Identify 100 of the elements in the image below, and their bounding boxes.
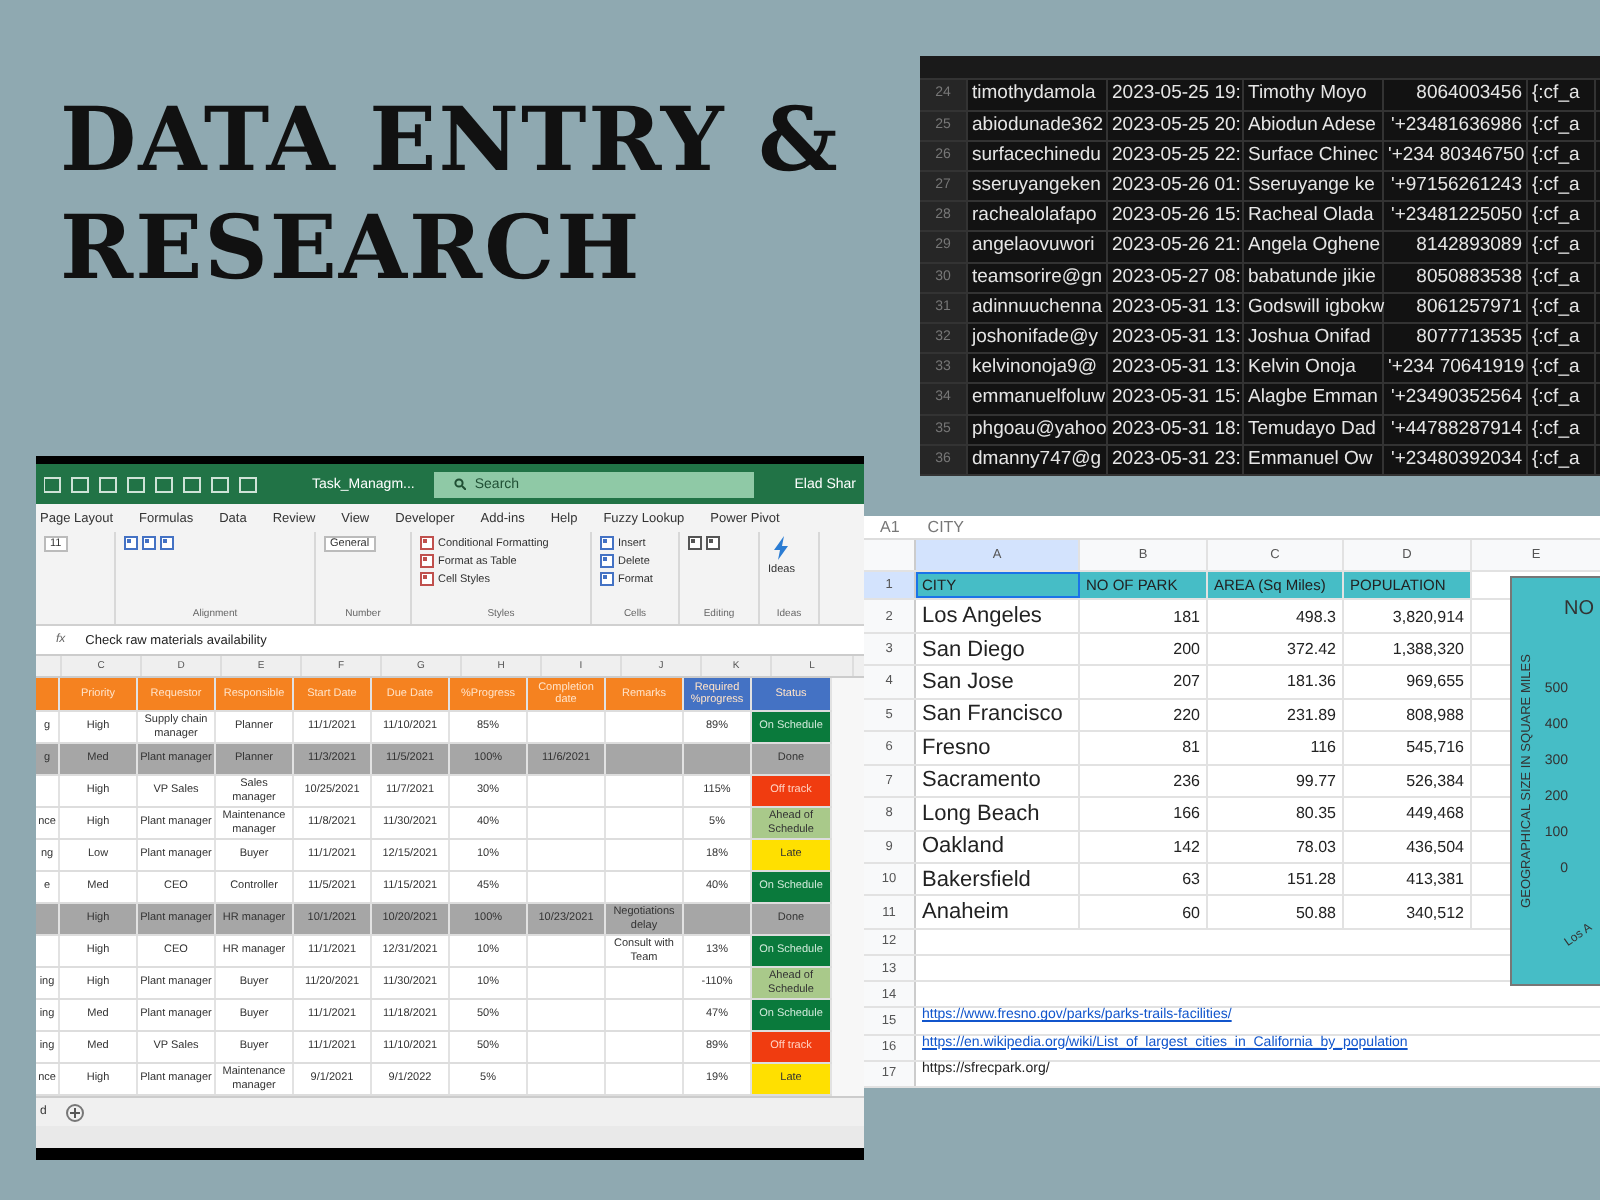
email-cell: adinnuuchenna [968, 293, 1108, 323]
name-cell: Timothy Moyo [1244, 80, 1384, 110]
table-cell: 220 [1080, 699, 1208, 731]
email-cell: dmanny747@g [968, 445, 1108, 475]
table-cell: 116 [1208, 732, 1344, 764]
table-cell: 498.3 [1208, 600, 1344, 632]
phone-cell: '+23490352564 [1384, 384, 1528, 414]
table-cell: 166 [1080, 798, 1208, 829]
phone-cell: 8050883538 [1384, 263, 1528, 292]
city-cell: San Diego [916, 633, 1080, 665]
phone-cell: 8142893089 [1384, 232, 1528, 262]
table-cell: 200 [1080, 633, 1208, 665]
timestamp-cell: 2023-05-31 13: [1108, 293, 1244, 323]
table-cell: 63 [1080, 863, 1208, 895]
table-cell: 436,504 [1344, 831, 1472, 862]
table-cell: 207 [1080, 666, 1208, 698]
table-cell: 236 [1080, 765, 1208, 797]
timestamp-cell: 2023-05-25 19: [1108, 80, 1244, 110]
table-cell: {:cf_a [1528, 263, 1596, 292]
table-cell: {:cf_a [1528, 293, 1596, 323]
timestamp-cell: 2023-05-31 13: [1108, 354, 1244, 383]
table-cell: 80.35 [1208, 798, 1344, 829]
phone-cell: 8077713535 [1384, 324, 1528, 353]
name-cell: Emmanuel Ow [1244, 445, 1384, 475]
table-cell: 60 [1080, 896, 1208, 928]
city-cell: Sacramento [916, 765, 1080, 797]
name-box[interactable]: A1 [880, 518, 900, 537]
headline: RESEARCH [60, 196, 644, 304]
table-cell: 231.89 [1208, 699, 1344, 731]
timestamp-cell: 2023-05-31 13: [1108, 324, 1244, 353]
add-sheet-button[interactable] [66, 1103, 85, 1121]
table-cell: 3,820,914 [1344, 600, 1472, 632]
phone-cell: '+23481636986 [1384, 111, 1528, 140]
table-cell: 969,655 [1344, 666, 1472, 698]
name-cell: babatunde jikie [1244, 263, 1384, 292]
headline: DATA ENTRY & [60, 88, 840, 196]
timestamp-cell: 2023-05-31 23: [1108, 445, 1244, 475]
table-cell: 81 [1080, 732, 1208, 764]
timestamp-cell: 2023-05-25 22: [1108, 141, 1244, 171]
table-cell: {:cf_a [1528, 324, 1596, 353]
name-cell: Abiodun Adese [1244, 111, 1384, 140]
timestamp-cell: 2023-05-31 18: [1108, 415, 1244, 444]
phone-cell: 8061257971 [1384, 293, 1528, 323]
name-cell: Temudayo Dad [1244, 415, 1384, 444]
city-cell: Bakersfield [916, 863, 1080, 895]
phone-cell: '+234 80346750 [1384, 141, 1528, 171]
email-cell: joshonifade@y [968, 324, 1108, 353]
name-cell: Godswill igbokw [1244, 293, 1384, 323]
table-cell: 340,512 [1344, 896, 1472, 928]
table-cell: 808,988 [1344, 699, 1472, 731]
email-cell: angelaovuwori [968, 232, 1108, 262]
phone-cell: '+234 70641919 [1384, 354, 1528, 383]
email-cell: abiodunade362 [968, 111, 1108, 140]
table-cell: {:cf_a [1528, 232, 1596, 262]
timestamp-cell: 2023-05-25 20: [1108, 111, 1244, 140]
table-cell: 78.03 [1208, 831, 1344, 862]
search-icon [454, 478, 467, 490]
city-cell: Anaheim [916, 896, 1080, 928]
city-cell: Long Beach [916, 798, 1080, 829]
timestamp-cell: 2023-05-31 15: [1108, 384, 1244, 414]
table-cell: 1,388,320 [1344, 633, 1472, 665]
timestamp-cell: 2023-05-26 21: [1108, 232, 1244, 262]
phone-cell: '+44788287914 [1384, 415, 1528, 444]
timestamp-cell: 2023-05-26 15: [1108, 202, 1244, 231]
table-cell: 99.77 [1208, 765, 1344, 797]
name-cell: Angela Oghene [1244, 232, 1384, 262]
table-cell: 526,384 [1344, 765, 1472, 797]
table-cell: {:cf_a [1528, 445, 1596, 475]
email-cell: rachealolafapo [968, 202, 1108, 231]
table-cell: 181.36 [1208, 666, 1344, 698]
chart-title: NO [1564, 598, 1594, 620]
table-cell: 449,468 [1344, 798, 1472, 829]
email-cell: emmanuelfoluw [968, 384, 1108, 414]
name-cell: Kelvin Onoja [1244, 354, 1384, 383]
email-cell: teamsorire@gn [968, 263, 1108, 292]
name-cell: Alagbe Emman [1244, 384, 1384, 414]
email-cell: kelvinonoja9@ [968, 354, 1108, 383]
plus-icon [70, 1107, 81, 1117]
phone-cell: 8064003456 [1384, 80, 1528, 110]
table-cell: {:cf_a [1528, 415, 1596, 444]
table-cell: {:cf_a [1528, 111, 1596, 140]
table-cell: {:cf_a [1528, 141, 1596, 171]
city-cell: Fresno [916, 732, 1080, 764]
table-cell: 142 [1080, 831, 1208, 862]
name-cell: Surface Chinec [1244, 141, 1384, 171]
timestamp-cell: 2023-05-27 08: [1108, 263, 1244, 292]
phone-cell: '+23481225050 [1384, 202, 1528, 231]
city-cell: San Francisco [916, 699, 1080, 731]
email-cell: surfacechinedu [968, 141, 1108, 171]
table-cell: {:cf_a [1528, 80, 1596, 110]
formula-text: CITY [927, 518, 965, 537]
table-cell: {:cf_a [1528, 354, 1596, 383]
email-cell: sseruyangeken [968, 172, 1108, 201]
name-cell: Joshua Onifad [1244, 324, 1384, 353]
city-cell: San Jose [916, 666, 1080, 698]
table-cell: 413,381 [1344, 863, 1472, 895]
phone-cell: '+97156261243 [1384, 172, 1528, 201]
name-cell: Sseruyange ke [1244, 172, 1384, 201]
lightning-icon [772, 536, 791, 560]
city-cell: Los Angeles [916, 600, 1080, 632]
